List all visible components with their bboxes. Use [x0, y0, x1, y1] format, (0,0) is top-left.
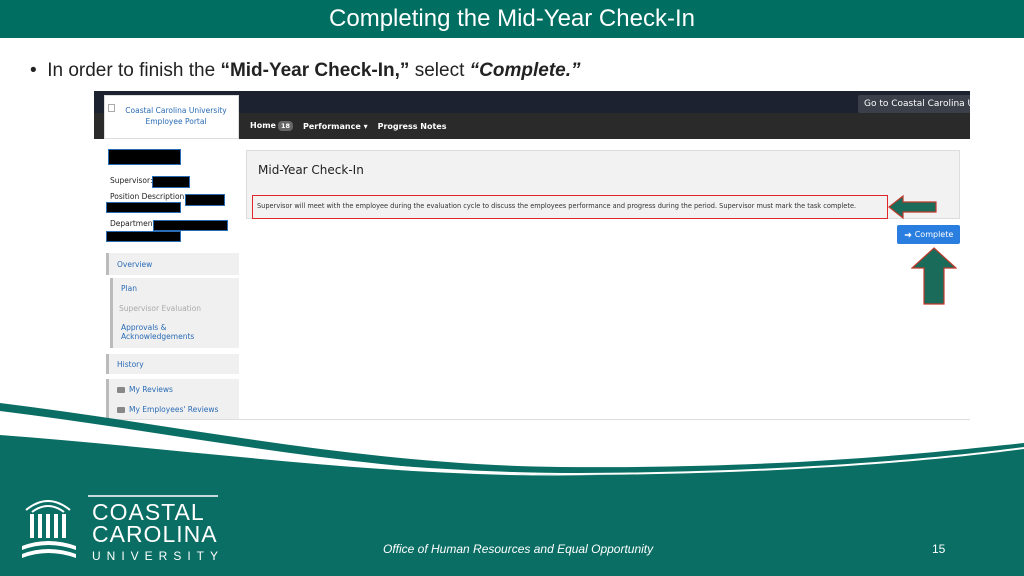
left-arrow-annotation [888, 194, 937, 220]
bullet-middle: select [409, 60, 470, 81]
caret-down-icon: ▾ [363, 121, 368, 131]
redacted-position-2 [106, 202, 181, 213]
up-arrow-annotation [911, 247, 957, 305]
logo-university: UNIVERSITY [92, 549, 223, 563]
complete-button-label: Complete [914, 230, 954, 239]
sidebar-subitems: Plan Supervisor Evaluation Approvals & A… [110, 278, 239, 348]
bullet-marker: • [30, 60, 48, 81]
footer-office: Office of Human Resources and Equal Oppo… [383, 542, 654, 556]
portal-screenshot: Go to Coastal Carolina Univ Coastal Caro… [94, 91, 970, 421]
redacted-department-2 [106, 231, 181, 242]
department-label: Department: [110, 219, 158, 228]
nav-performance[interactable]: Performance ▾ [303, 122, 368, 131]
portal-logo[interactable]: Coastal Carolina University Employee Por… [104, 95, 239, 139]
portal-logo-line1: Coastal Carolina University [125, 106, 227, 115]
home-badge: 18 [277, 121, 293, 131]
folder-icon [117, 387, 125, 393]
bullet-prefix: In order to finish the [47, 60, 221, 81]
sidebar-approvals-line2: Acknowledgements [121, 332, 195, 341]
sidebar-overview[interactable]: Overview [106, 253, 239, 275]
complete-button[interactable]: Complete [897, 225, 960, 244]
goto-university-button[interactable]: Go to Coastal Carolina Univ [858, 95, 970, 113]
nav-home[interactable]: Home 18 [250, 121, 293, 131]
redacted-department [153, 220, 228, 231]
slide-title: Completing the Mid-Year Check-In [0, 0, 1024, 38]
portal-nav-menu: Home 18 Performance ▾ Progress Notes [250, 121, 447, 131]
position-description-label: Position Description: [110, 192, 187, 201]
sidebar-my-reviews[interactable]: My Reviews [117, 385, 173, 394]
sidebar-plan[interactable]: Plan [121, 284, 137, 293]
page-number: 15 [932, 542, 946, 556]
arrow-right-icon [904, 231, 912, 238]
broken-image-icon [108, 104, 115, 112]
portal-logo-line2: Employee Portal [145, 117, 207, 126]
portal-logo-text: Coastal Carolina University Employee Por… [121, 105, 231, 127]
redacted-name [108, 149, 181, 165]
sidebar-history[interactable]: History [106, 354, 239, 374]
nav-home-label: Home [250, 121, 276, 130]
ccu-logo: COASTAL CAROLINA UNIVERSITY [22, 495, 223, 563]
logo-carolina: CAROLINA [92, 521, 218, 547]
supervisor-label: Supervisor: [110, 176, 153, 185]
highlighted-description: Supervisor will meet with the employee d… [252, 195, 888, 219]
sidebar-approvals-line1: Approvals & [121, 323, 167, 332]
panel-title: Mid-Year Check-In [258, 163, 364, 177]
sidebar-my-reviews-label: My Reviews [129, 385, 173, 394]
sidebar-supervisor-evaluation[interactable]: Supervisor Evaluation [119, 304, 201, 313]
sidebar-overview-label: Overview [117, 260, 153, 269]
panel-description: Supervisor will meet with the employee d… [257, 202, 857, 210]
redacted-supervisor [152, 176, 190, 188]
bullet-complete: “Complete.” [469, 60, 581, 81]
redacted-position [185, 194, 225, 206]
sidebar-history-label: History [117, 360, 144, 369]
nav-performance-label: Performance [303, 121, 361, 131]
instruction-bullet: • In order to finish the “Mid-Year Check… [30, 60, 581, 82]
nav-progress-notes[interactable]: Progress Notes [378, 122, 447, 131]
bullet-bold: “Mid-Year Check-In,” [220, 60, 410, 81]
sidebar-approvals[interactable]: Approvals & Acknowledgements [121, 323, 194, 341]
